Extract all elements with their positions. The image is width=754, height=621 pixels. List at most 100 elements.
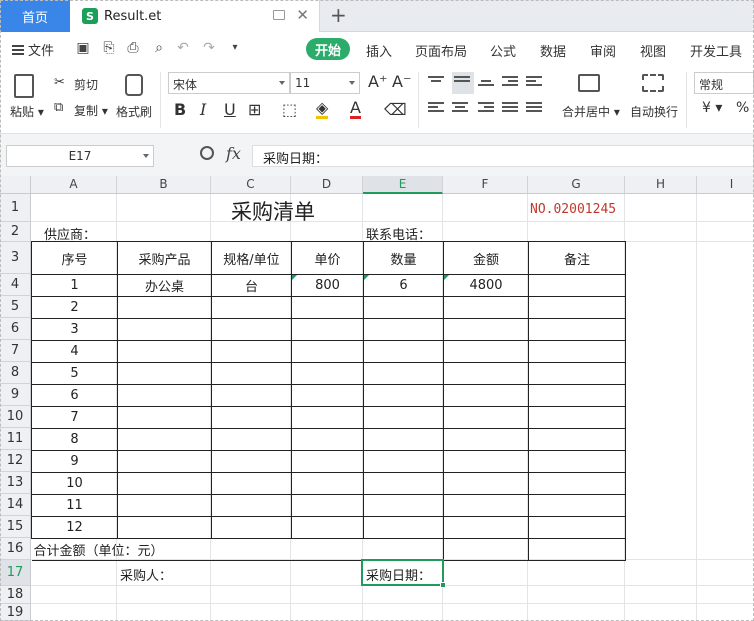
row-header-9[interactable]: 9	[0, 384, 31, 406]
redo-icon[interactable]: ↷	[202, 41, 216, 55]
row-header-10[interactable]: 10	[0, 406, 31, 428]
spreadsheet-grid[interactable]: A B C D E F G H I 1 2 3 4 5 6 7 8 9 10 1…	[0, 176, 754, 621]
header-spec-unit[interactable]: 规格/单位	[211, 241, 292, 275]
paste-button[interactable]: 粘贴 ▾	[10, 103, 44, 120]
cell-note[interactable]	[528, 428, 626, 451]
cell-note[interactable]	[528, 472, 626, 495]
cell-price[interactable]	[291, 428, 364, 451]
cell-seq[interactable]: 4	[31, 340, 118, 363]
cell-amount[interactable]	[443, 494, 529, 517]
col-header-h[interactable]: H	[625, 176, 697, 194]
row-header-14[interactable]: 14	[0, 494, 31, 516]
row-header-8[interactable]: 8	[0, 362, 31, 384]
cell-product[interactable]	[117, 406, 212, 429]
cell-quantity[interactable]	[363, 296, 444, 319]
merge-center-button[interactable]: 合并居中 ▾	[562, 103, 620, 120]
cell-price[interactable]	[291, 296, 364, 319]
export-icon[interactable]: ⎘	[102, 41, 116, 55]
align-center-icon[interactable]	[452, 102, 468, 116]
zoom-icon[interactable]	[200, 146, 214, 160]
row-header-18[interactable]: 18	[0, 586, 31, 604]
cell-amount[interactable]	[443, 296, 529, 319]
cell-unit[interactable]	[211, 406, 292, 429]
row-header-3[interactable]: 3	[0, 242, 31, 274]
cell-seq[interactable]: 11	[31, 494, 118, 517]
cell-note[interactable]	[528, 362, 626, 385]
cell-unit[interactable]: 台	[211, 274, 292, 297]
cell-quantity[interactable]	[363, 494, 444, 517]
cell-unit[interactable]	[211, 516, 292, 539]
col-header-g[interactable]: G	[528, 176, 625, 194]
cell-quantity[interactable]	[363, 362, 444, 385]
selected-cell-e17[interactable]	[361, 559, 446, 588]
cell-seq[interactable]: 5	[31, 362, 118, 385]
row-header-13[interactable]: 13	[0, 472, 31, 494]
cell-note[interactable]	[528, 318, 626, 341]
col-header-d[interactable]: D	[291, 176, 363, 194]
align-top-icon[interactable]	[428, 76, 444, 90]
border-icon[interactable]: ⊞	[248, 100, 261, 119]
fill-color-icon[interactable]: ◈	[316, 100, 329, 119]
print-preview-icon[interactable]: ⌕	[152, 41, 166, 55]
cell-amount[interactable]	[443, 318, 529, 341]
cell-amount[interactable]	[443, 406, 529, 429]
decrease-font-icon[interactable]: A⁻	[392, 72, 411, 91]
cell-seq[interactable]: 7	[31, 406, 118, 429]
tab-data[interactable]: 数据	[540, 41, 566, 60]
font-color-icon[interactable]: A	[350, 100, 361, 119]
fill-handle[interactable]	[440, 582, 446, 588]
font-size-select[interactable]: 11	[290, 72, 360, 94]
cell-product[interactable]	[117, 472, 212, 495]
cell-amount[interactable]	[443, 428, 529, 451]
cell-price[interactable]	[291, 340, 364, 363]
bold-button[interactable]: B	[174, 100, 186, 119]
col-header-c[interactable]: C	[211, 176, 291, 194]
cell-unit[interactable]	[211, 428, 292, 451]
cell-product[interactable]	[117, 450, 212, 473]
cell-seq[interactable]: 3	[31, 318, 118, 341]
wrap-text-icon[interactable]	[642, 74, 664, 92]
cell-amount[interactable]	[443, 516, 529, 539]
cell-unit[interactable]	[211, 362, 292, 385]
row-header-5[interactable]: 5	[0, 296, 31, 318]
tab-result-file[interactable]: S Result.et ✕	[70, 0, 320, 32]
eraser-icon[interactable]: ⌫	[384, 100, 407, 119]
cell-price[interactable]	[291, 384, 364, 407]
header-product[interactable]: 采购产品	[117, 241, 212, 275]
row-header-19[interactable]: 19	[0, 604, 31, 621]
cell-seq[interactable]: 12	[31, 516, 118, 539]
cell-price[interactable]	[291, 516, 364, 539]
cell-price[interactable]	[291, 318, 364, 341]
fill-style-icon[interactable]: ⬚	[282, 100, 297, 119]
row-header-7[interactable]: 7	[0, 340, 31, 362]
col-header-f[interactable]: F	[443, 176, 528, 194]
align-middle-icon[interactable]	[452, 72, 474, 94]
cell-note[interactable]	[528, 296, 626, 319]
cell-product[interactable]	[117, 384, 212, 407]
cell-amount[interactable]	[443, 450, 529, 473]
increase-indent-icon[interactable]	[526, 76, 542, 90]
row-header-16[interactable]: 16	[0, 538, 31, 560]
cell-note[interactable]	[528, 340, 626, 363]
cell-amount[interactable]	[443, 362, 529, 385]
align-right-icon[interactable]	[478, 102, 494, 116]
window-icon[interactable]	[273, 10, 285, 20]
formula-input[interactable]: 采购日期：	[252, 145, 754, 167]
header-seq[interactable]: 序号	[31, 241, 118, 275]
cell-unit[interactable]	[211, 472, 292, 495]
cell-quantity[interactable]: 6	[363, 274, 444, 297]
new-tab-icon[interactable]: +	[330, 3, 347, 27]
row-header-2[interactable]: 2	[0, 222, 31, 242]
paste-icon[interactable]	[14, 74, 34, 98]
row-header-1[interactable]: 1	[0, 194, 31, 222]
print-icon[interactable]: ⎙	[126, 41, 140, 55]
cell-note[interactable]	[528, 384, 626, 407]
decrease-indent-icon[interactable]	[502, 76, 518, 90]
row-header-11[interactable]: 11	[0, 428, 31, 450]
customize-dropdown-icon[interactable]: ▾	[228, 41, 242, 55]
distributed-icon[interactable]	[526, 102, 542, 116]
cell-unit[interactable]	[211, 296, 292, 319]
cell-note[interactable]	[528, 494, 626, 517]
row-header-4[interactable]: 4	[0, 274, 31, 296]
italic-button[interactable]: I	[200, 100, 206, 119]
